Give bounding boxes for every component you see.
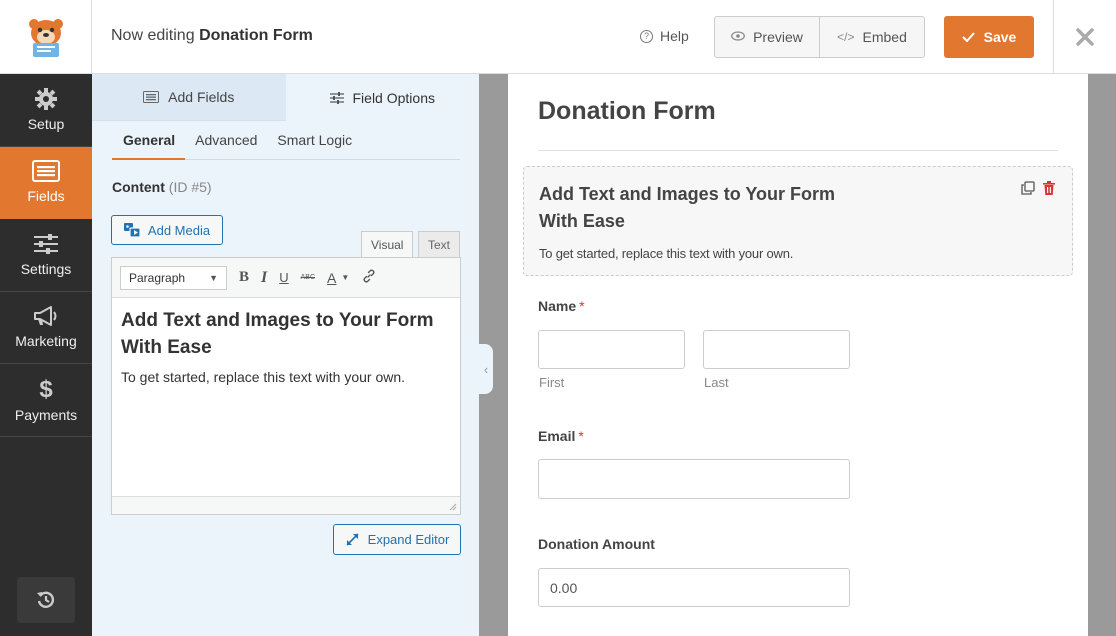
donation-amount-label: Donation Amount: [538, 536, 655, 552]
check-icon: [961, 29, 975, 45]
text-color-button[interactable]: A ▼: [327, 270, 349, 286]
email-input[interactable]: [538, 459, 850, 499]
expand-icon: [346, 533, 359, 546]
editor-heading: Add Text and Images to Your Form With Ea…: [121, 310, 434, 358]
gear-icon: [35, 87, 57, 110]
strikethrough-button[interactable]: ABC: [301, 274, 315, 281]
list-icon: [143, 91, 160, 103]
editor-body: To get started, replace this text with y…: [121, 369, 406, 385]
form-preview: Donation Form Add Text and Images to You…: [508, 74, 1088, 636]
underline-button[interactable]: U: [279, 270, 288, 285]
svg-text:$: $: [39, 377, 53, 401]
history-icon: [37, 591, 55, 608]
sidebar-item-fields[interactable]: Fields: [0, 146, 92, 219]
panel-tabs: Add Fields Field Options: [92, 74, 479, 121]
editor-toolbar: Paragraph ▼ B I U ABC A ▼: [112, 258, 460, 298]
italic-button[interactable]: I: [261, 269, 267, 287]
code-icon: </>: [837, 30, 855, 44]
add-media-button[interactable]: Add Media: [111, 215, 223, 245]
subtab-general[interactable]: General: [112, 122, 186, 160]
form-name: Donation Form: [199, 27, 313, 44]
sidebar-item-settings[interactable]: Settings: [0, 219, 92, 292]
preview-gutter: [1088, 74, 1116, 636]
donation-amount-value: 0.00: [550, 580, 578, 596]
sidebar-item-marketing[interactable]: Marketing: [0, 292, 92, 364]
sliders-icon: [34, 233, 58, 254]
field-option-subtabs: General Advanced Smart Logic: [112, 122, 460, 160]
donation-amount-input[interactable]: 0.00: [538, 568, 850, 607]
last-sublabel: Last: [704, 375, 729, 390]
form-title: Donation Form: [538, 97, 716, 125]
first-sublabel: First: [539, 375, 565, 390]
megaphone-icon: [34, 306, 57, 327]
preview-embed-group: Preview </> Embed: [714, 16, 925, 58]
close-icon: [1076, 27, 1094, 46]
content-editor[interactable]: Paragraph ▼ B I U ABC A ▼ Add Text and I…: [111, 257, 461, 515]
collapse-panel-toggle[interactable]: ‹: [479, 344, 493, 394]
editor-tab-visual[interactable]: Visual: [361, 231, 414, 258]
top-bar: Now editing Donation Form ? Help Preview…: [0, 0, 1116, 74]
close-button[interactable]: [1053, 0, 1116, 73]
expand-editor-button[interactable]: Expand Editor: [333, 524, 461, 555]
media-icon: [123, 222, 141, 238]
revisions-button[interactable]: [17, 577, 75, 623]
content-body: To get started, replace this text with y…: [539, 246, 794, 261]
field-id: (ID #5): [168, 179, 212, 195]
required-mark: *: [579, 298, 585, 314]
fields-list-icon: [32, 160, 60, 183]
subtab-smart-logic[interactable]: Smart Logic: [267, 122, 362, 160]
last-name-input[interactable]: [703, 330, 850, 369]
sidebar-item-payments[interactable]: $ Payments: [0, 364, 92, 437]
caret-down-icon: ▼: [341, 273, 350, 282]
field-actions: [1021, 181, 1055, 195]
content-heading: Add Text and Images to Your Form With Ea…: [539, 184, 836, 231]
preview-button[interactable]: Preview: [715, 17, 819, 57]
subtab-advanced[interactable]: Advanced: [185, 122, 267, 160]
link-icon[interactable]: [361, 268, 377, 287]
chevron-left-icon: ‹: [483, 361, 489, 377]
tab-add-fields[interactable]: Add Fields: [92, 74, 286, 121]
dollar-icon: $: [39, 377, 53, 401]
name-label: Name *: [538, 298, 585, 314]
sidebar-item-setup[interactable]: Setup: [0, 74, 92, 147]
content-label: Content (ID #5): [112, 179, 212, 195]
required-mark: *: [578, 428, 584, 444]
editor-tab-text[interactable]: Text: [418, 231, 461, 258]
save-button[interactable]: Save: [944, 16, 1034, 58]
first-name-input[interactable]: [538, 330, 685, 369]
help-link[interactable]: ? Help: [640, 28, 689, 44]
trash-icon[interactable]: [1043, 181, 1055, 195]
embed-button[interactable]: </> Embed: [819, 17, 924, 57]
bear-mascot-icon: [28, 18, 63, 57]
duplicate-icon[interactable]: [1021, 181, 1035, 195]
page-title: Now editing Donation Form: [111, 27, 313, 44]
help-icon: ?: [640, 29, 653, 43]
format-select[interactable]: Paragraph ▼: [120, 265, 227, 290]
title-divider: [538, 150, 1058, 151]
resize-handle-icon: [449, 503, 457, 511]
sliders-icon: [329, 91, 344, 104]
builder-sidebar: Setup Fields Settings Marketing $ Paymen…: [0, 74, 92, 636]
eye-icon: [731, 30, 745, 44]
editor-resize-bar[interactable]: [112, 496, 460, 514]
content-field-preview[interactable]: Add Text and Images to Your Form With Ea…: [523, 166, 1073, 276]
wpforms-logo: [0, 0, 92, 73]
tab-field-options[interactable]: Field Options: [285, 74, 479, 121]
caret-down-icon: ▼: [209, 272, 218, 283]
bold-button[interactable]: B: [239, 269, 249, 286]
field-panel: Add Fields Field Options General Advance…: [92, 74, 479, 636]
email-label: Email *: [538, 428, 584, 444]
